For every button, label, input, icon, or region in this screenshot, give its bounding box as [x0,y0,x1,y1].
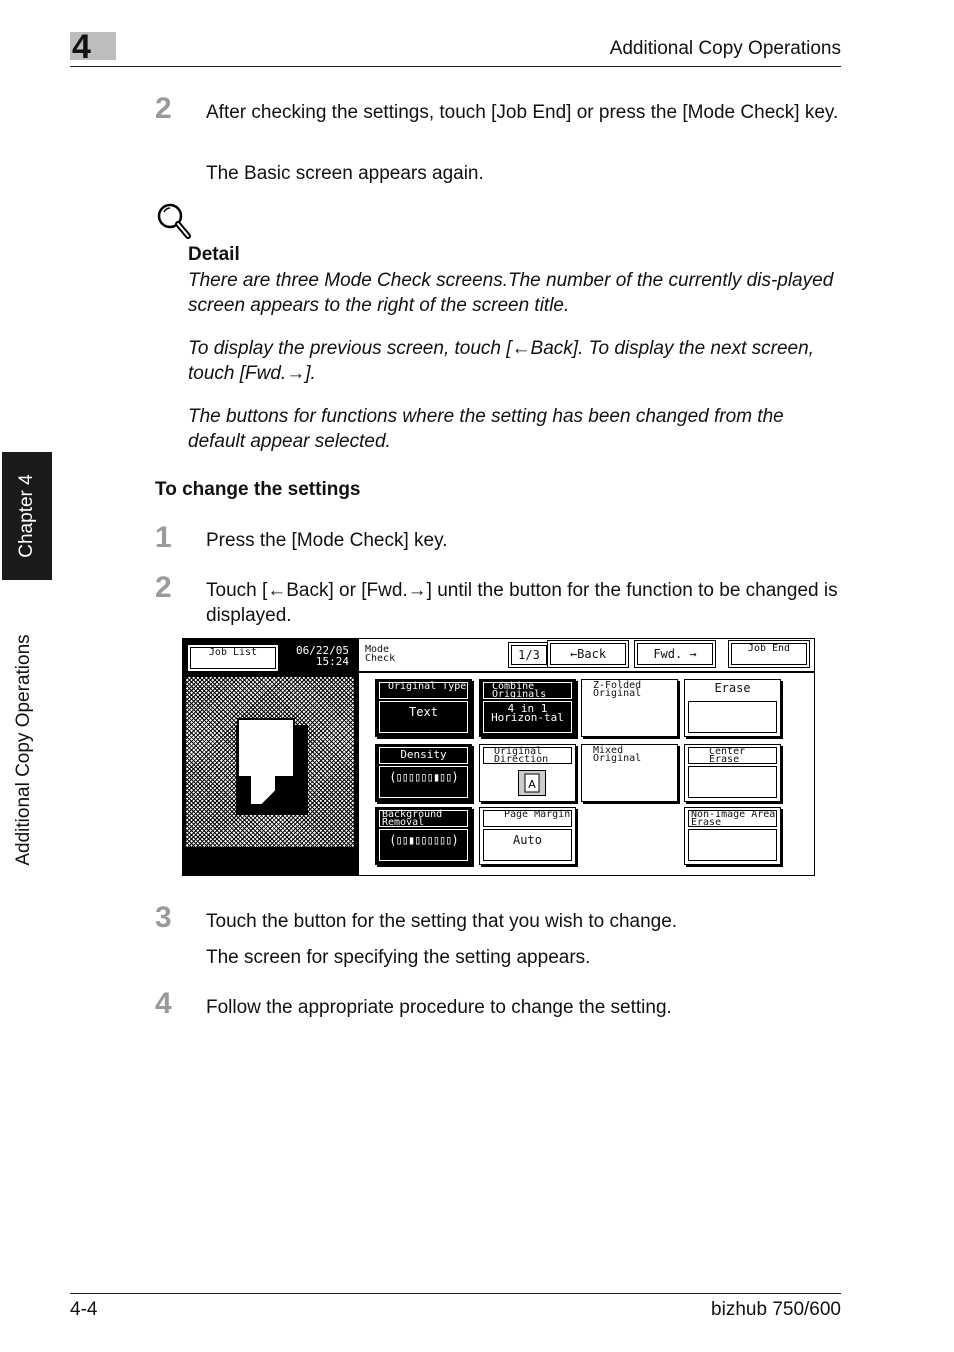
button-value-empty [688,701,777,733]
button-label: Mixed Original [585,746,674,764]
button-value: Auto [483,829,572,861]
step-text: Touch the button for the setting that yo… [206,911,678,932]
detail-paragraph: To display the previous screen, touch [←… [188,338,814,384]
screen-title: Mode Check [365,644,396,664]
step-text: Follow the appropriate procedure to chan… [206,997,672,1018]
chapter-side-tab-label: Chapter 4 [16,474,37,558]
button-value: 4 in 1 Horizon-tal [483,701,572,733]
button-value-empty [585,701,674,733]
section-heading: To change the settings [155,479,361,500]
product-name: bizhub 750/600 [711,1299,841,1320]
header-title: Additional Copy Operations [609,38,841,59]
step-text: Touch [←Back] or [Fwd.→] until the butto… [206,580,838,626]
page-number: 4-4 [70,1299,98,1320]
button-value: Text [379,701,468,733]
header-divider [70,66,841,67]
button-value-empty [585,766,674,798]
paper-icon [236,717,298,806]
step-result: The Basic screen appears again. [206,163,484,184]
detail-paragraph: The buttons for functions where the sett… [188,406,784,452]
original-direction-button[interactable]: Original Direction A [479,744,576,802]
button-value-empty [688,829,777,861]
button-label: Page Margin [483,810,572,827]
back-button[interactable]: ←Back [550,643,626,665]
button-label: Original Type [379,682,468,699]
magnifier-icon [156,202,192,240]
density-slider: (▯▯▯▯▯▯▮▯▯) [379,766,468,798]
step-number: 4 [155,987,172,1020]
button-label: Density [379,747,468,764]
center-erase-button[interactable]: Center Erase [684,744,781,802]
step-result: The screen for specifying the setting ap… [206,947,591,968]
title-divider [359,671,814,673]
original-type-button[interactable]: Original Type Text [375,679,472,737]
job-end-button[interactable]: Job End [731,643,807,665]
detail-paragraph: There are three Mode Check screens.The n… [188,270,834,316]
page-indicator: 1/3 [511,645,547,665]
button-label: Z-Folded Original [585,681,674,699]
side-section-label: Additional Copy Operations [13,634,34,866]
step-number: 2 [155,571,172,604]
chapter-number: 4 [72,28,91,66]
combine-originals-button[interactable]: Combine Originals 4 in 1 Horizon-tal [479,679,576,737]
step-number: 3 [155,901,172,934]
button-label: Background Removal [379,810,468,828]
time: 15:24 [315,655,349,668]
non-image-area-erase-button[interactable]: Non-Image Area Erase [684,807,781,865]
button-label: Erase [688,682,777,699]
step-number: 1 [155,521,172,554]
button-label: Center Erase [688,747,777,765]
mixed-original-button[interactable]: Mixed Original [581,744,678,802]
density-button[interactable]: Density (▯▯▯▯▯▯▮▯▯) [375,744,472,802]
button-value-empty [688,766,777,798]
step-text: Press the [Mode Check] key. [206,530,448,551]
button-label: Combine Originals [483,682,572,700]
z-folded-original-button[interactable]: Z-Folded Original [581,679,678,737]
erase-button[interactable]: Erase [684,679,781,737]
preview-area [186,677,354,847]
button-label: Non-Image Area Erase [688,810,777,828]
mode-check-screen: Job List 06/22/05 15:24 Mode Check 1/3 ←… [182,638,815,876]
button-label: Original Direction [483,747,572,765]
job-list-button[interactable]: Job List [190,647,276,669]
step-number: 2 [155,92,172,125]
date-time-display: 06/22/05 15:24 [283,645,349,667]
right-panel: Mode Check 1/3 ←Back Fwd. → Job End Orig… [357,639,814,875]
step-text: After checking the settings, touch [Job … [206,102,839,123]
left-panel: Job List 06/22/05 15:24 [183,639,357,875]
svg-text:A: A [528,778,536,791]
background-removal-button[interactable]: Background Removal (▯▯▮▯▯▯▯▯▯) [375,807,472,865]
page-margin-button[interactable]: Page Margin Auto [479,807,576,865]
background-removal-slider: (▯▯▮▯▯▯▯▯▯) [379,829,468,861]
detail-label: Detail [188,244,240,265]
portrait-direction-icon: A [518,770,546,796]
footer-divider [70,1293,841,1294]
fwd-button[interactable]: Fwd. → [637,643,713,665]
